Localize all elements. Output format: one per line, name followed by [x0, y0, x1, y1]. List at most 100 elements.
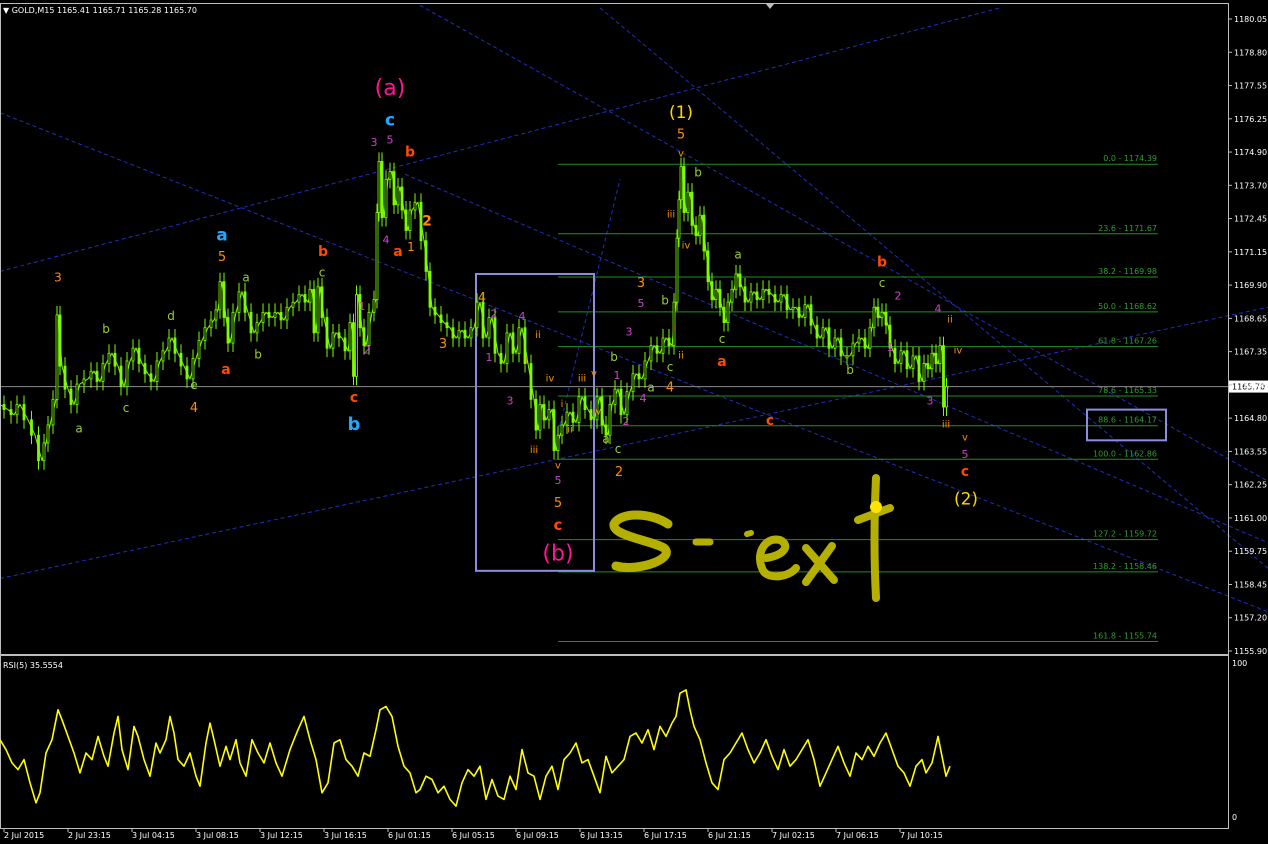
wave-label: 4 [383, 233, 390, 246]
time-tick-label: 7 Jul 10:15 [900, 831, 943, 840]
candle-body [714, 288, 718, 300]
price-tick-label: 1174.90 [1234, 148, 1267, 157]
candle-body [331, 332, 335, 349]
wave-label: i [526, 356, 529, 367]
fib-label: 127.2 - 1159.72 [1093, 530, 1157, 539]
candle-body [58, 314, 62, 367]
wave-label: 1 [887, 341, 894, 354]
candle-body [505, 332, 509, 364]
price-tick-label: 1159.75 [1234, 547, 1267, 556]
candle-body [113, 352, 117, 367]
candle-body [547, 409, 551, 421]
channel-line[interactable] [0, 7, 1001, 272]
candle-body [51, 398, 55, 426]
candle-body [608, 404, 612, 436]
wave-label: c [554, 516, 563, 534]
wave-label: c [350, 390, 358, 406]
candle-body [926, 363, 930, 370]
wave-label: c [667, 360, 674, 374]
overlay-dot-icon [870, 501, 882, 513]
candle-body [911, 355, 915, 370]
wave-label: v [591, 368, 597, 379]
wave-label: c [385, 111, 395, 131]
candle-body [424, 240, 428, 272]
price-series [0, 152, 949, 470]
wave-label: (1) [669, 103, 693, 123]
candle-body [857, 337, 861, 344]
candle-body [413, 201, 417, 211]
candle-body [125, 360, 129, 387]
time-tick-label: 7 Jul 02:15 [772, 831, 815, 840]
candle-body [197, 340, 201, 359]
price-tick-label: 1169.90 [1234, 281, 1267, 290]
fib-label: 50.0 - 1168.62 [1098, 302, 1157, 311]
handwritten-overlay [609, 474, 894, 602]
wave-label: c [766, 413, 774, 429]
candle-body [649, 345, 653, 362]
candle-body [899, 350, 903, 364]
trading-chart-window: 0.0 - 1174.39 23.6 - 1171.67 38.2 - 1169.9… [0, 0, 1268, 844]
shift-marker-icon[interactable] [766, 4, 774, 9]
wave-label: (2) [954, 489, 978, 509]
rsi-line [0, 689, 951, 807]
candle-body [815, 324, 819, 339]
candle-body [690, 191, 694, 226]
wave-label: iv [593, 407, 602, 418]
wave-label: 4 [519, 310, 526, 323]
wave-label: 2 [895, 290, 902, 303]
wave-label: v [962, 432, 968, 443]
candle-body [872, 306, 876, 329]
wave-label: 2 [623, 415, 630, 428]
candle-body [95, 370, 99, 382]
candle-body [761, 288, 765, 300]
candle-body [677, 199, 681, 239]
wave-label: 1 [614, 369, 621, 382]
candle-body [55, 314, 59, 400]
candle-body [69, 388, 73, 405]
candle-body [922, 363, 926, 382]
candle-body [451, 327, 455, 339]
candle-body [173, 337, 177, 354]
candle-body [337, 332, 341, 339]
candle-body [404, 209, 408, 231]
wave-label: 3 [439, 337, 447, 352]
wave-label: iv [682, 240, 691, 251]
candle-body [884, 311, 888, 326]
wave-label: v [678, 148, 684, 159]
chart-canvas[interactable]: 0.0 - 1174.39 23.6 - 1171.67 38.2 - 1169.9… [0, 0, 1268, 844]
candle-body [679, 166, 683, 201]
candle-body [809, 304, 813, 326]
candle-body [384, 178, 388, 219]
price-pane-frame [0, 3, 1229, 655]
candle-body [209, 319, 213, 329]
wave-label: b [846, 363, 854, 377]
wave-label: 1 [486, 351, 493, 364]
price-tick-label: 1162.25 [1234, 481, 1267, 490]
target-box[interactable] [1086, 408, 1167, 442]
candle-body [191, 358, 195, 380]
wave-label: a [221, 362, 230, 378]
channel-line[interactable] [559, 179, 621, 426]
wave-label: a [602, 432, 609, 446]
candle-body [372, 299, 376, 313]
candle-body [827, 327, 831, 349]
price-tick-label: 1173.70 [1234, 181, 1267, 190]
candle-body [75, 383, 79, 405]
wave-label: iii [578, 373, 586, 384]
wave-label: b [694, 166, 702, 180]
price-tick-label: 1158.45 [1234, 580, 1267, 589]
price-tick-label: 1161.00 [1234, 514, 1267, 523]
candle-body [161, 350, 165, 362]
candle-body [694, 224, 698, 236]
wave-label: 3 [626, 325, 633, 338]
candle-body [552, 409, 556, 451]
wave-label: iii [667, 210, 675, 221]
candle-body [167, 337, 171, 352]
wave-label: 1 [359, 300, 366, 313]
channel-line[interactable] [599, 7, 1268, 569]
wave-label: a [242, 271, 249, 285]
candle-body [945, 386, 948, 408]
candle-body [577, 396, 581, 423]
fib-label: 138.2 - 1158.46 [1093, 562, 1157, 571]
wave-label: ii [535, 330, 541, 341]
